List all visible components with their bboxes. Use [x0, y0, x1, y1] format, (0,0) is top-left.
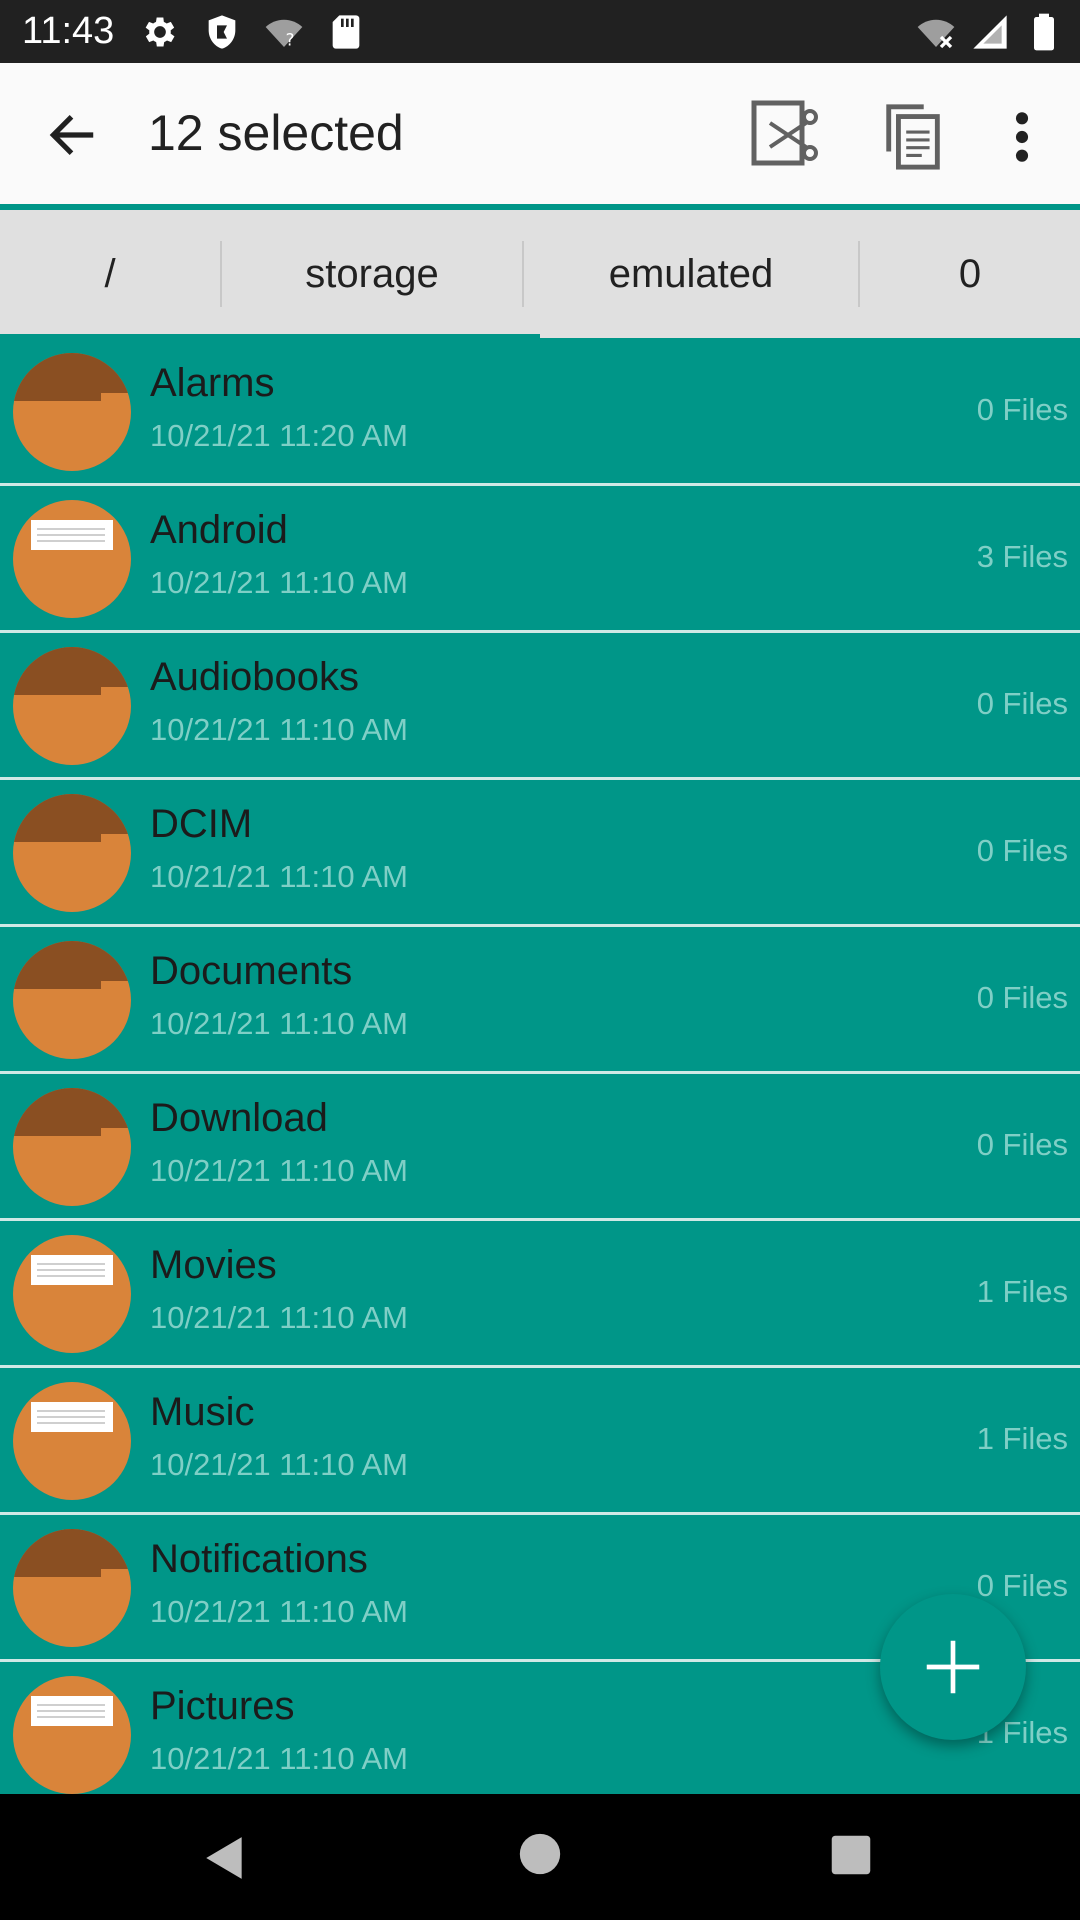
settings-icon: [145, 17, 175, 47]
file-count: 1 Files: [976, 1274, 1068, 1309]
battery-icon: [1034, 13, 1054, 51]
filled-folder-icon[interactable]: [13, 500, 131, 618]
file-date: 10/21/21 11:10 AM: [150, 1300, 408, 1335]
breadcrumb: / storage emulated 0: [0, 210, 1080, 338]
empty-folder-icon[interactable]: [13, 941, 131, 1059]
file-date: 10/21/21 11:20 AM: [150, 418, 408, 453]
selection-title: 12 selected: [148, 105, 404, 161]
breadcrumb-storage[interactable]: storage: [222, 210, 522, 338]
nav-back-icon[interactable]: [200, 1832, 250, 1884]
file-date: 10/21/21 11:10 AM: [150, 712, 408, 747]
cut-icon[interactable]: [750, 99, 822, 171]
list-item[interactable]: Movies 10/21/21 11:10 AM 1 Files: [0, 1221, 1080, 1368]
breadcrumb-emulated[interactable]: emulated: [524, 210, 858, 338]
file-count: 0 Files: [976, 1127, 1068, 1162]
list-item[interactable]: Alarms 10/21/21 11:20 AM 0 Files: [0, 339, 1080, 486]
wifi-off-icon: [917, 19, 955, 49]
list-item[interactable]: DCIM 10/21/21 11:10 AM 0 Files: [0, 780, 1080, 927]
empty-folder-icon[interactable]: [13, 794, 131, 912]
file-list: Alarms 10/21/21 11:20 AM 0 Files Android 10/…: [0, 339, 1080, 1809]
file-count: 0 Files: [976, 686, 1068, 721]
file-name: Download: [150, 1096, 328, 1140]
file-count: 0 Files: [976, 1568, 1068, 1603]
list-item[interactable]: Music 10/21/21 11:10 AM 1 Files: [0, 1368, 1080, 1515]
breadcrumb-0[interactable]: 0: [860, 210, 1080, 338]
list-item[interactable]: Audiobooks 10/21/21 11:10 AM 0 Files: [0, 633, 1080, 780]
copy-icon[interactable]: [882, 101, 946, 171]
file-name: Alarms: [150, 361, 275, 405]
file-name: DCIM: [150, 802, 253, 846]
cell-signal-icon: [973, 15, 1007, 49]
empty-folder-icon[interactable]: [13, 353, 131, 471]
navigation-bar: [0, 1794, 1080, 1920]
list-item[interactable]: Download 10/21/21 11:10 AM 0 Files: [0, 1074, 1080, 1221]
file-date: 10/21/21 11:10 AM: [150, 1006, 408, 1041]
shield-icon: [208, 15, 236, 49]
nav-home-icon[interactable]: [518, 1832, 562, 1876]
filled-folder-icon[interactable]: [13, 1235, 131, 1353]
file-date: 10/21/21 11:10 AM: [150, 1447, 408, 1482]
arrow-back-icon[interactable]: [44, 107, 100, 163]
file-date: 10/21/21 11:10 AM: [150, 1741, 408, 1776]
filled-folder-icon[interactable]: [13, 1676, 131, 1794]
wifi-question-icon: ?: [265, 19, 303, 49]
file-name: Audiobooks: [150, 655, 360, 699]
add-fab-button[interactable]: [880, 1594, 1026, 1740]
file-date: 10/21/21 11:10 AM: [150, 565, 408, 600]
status-bar: 11:43 ?: [0, 0, 1080, 63]
breadcrumb-root[interactable]: /: [0, 210, 220, 338]
file-name: Movies: [150, 1243, 277, 1287]
file-name: Pictures: [150, 1684, 295, 1728]
sd-card-icon: [332, 15, 360, 49]
file-count: 0 Files: [976, 392, 1068, 427]
list-item[interactable]: Documents 10/21/21 11:10 AM 0 Files: [0, 927, 1080, 1074]
app-bar: 12 selected: [0, 63, 1080, 204]
file-count: 0 Files: [976, 833, 1068, 868]
file-name: Android: [150, 508, 288, 552]
empty-folder-icon[interactable]: [13, 1088, 131, 1206]
add-icon: [926, 1640, 980, 1694]
filled-folder-icon[interactable]: [13, 1382, 131, 1500]
file-date: 10/21/21 11:10 AM: [150, 1594, 408, 1629]
file-name: Notifications: [150, 1537, 368, 1581]
list-item[interactable]: Android 10/21/21 11:10 AM 3 Files: [0, 486, 1080, 633]
status-time: 11:43: [22, 10, 115, 52]
empty-folder-icon[interactable]: [13, 647, 131, 765]
more-vert-icon[interactable]: [1000, 109, 1044, 165]
status-icons-right: [916, 10, 1064, 54]
status-icons-left: ?: [140, 10, 366, 54]
empty-folder-icon[interactable]: [13, 1529, 131, 1647]
file-name: Music: [150, 1390, 255, 1434]
file-name: Documents: [150, 949, 353, 993]
breadcrumb-scroll-indicator: [0, 334, 540, 338]
file-count: 1 Files: [976, 1421, 1068, 1456]
file-date: 10/21/21 11:10 AM: [150, 859, 408, 894]
file-date: 10/21/21 11:10 AM: [150, 1153, 408, 1188]
file-count: 0 Files: [976, 980, 1068, 1015]
file-count: 3 Files: [976, 539, 1068, 574]
svg-text:?: ?: [286, 30, 295, 49]
nav-recents-icon[interactable]: [830, 1834, 872, 1876]
